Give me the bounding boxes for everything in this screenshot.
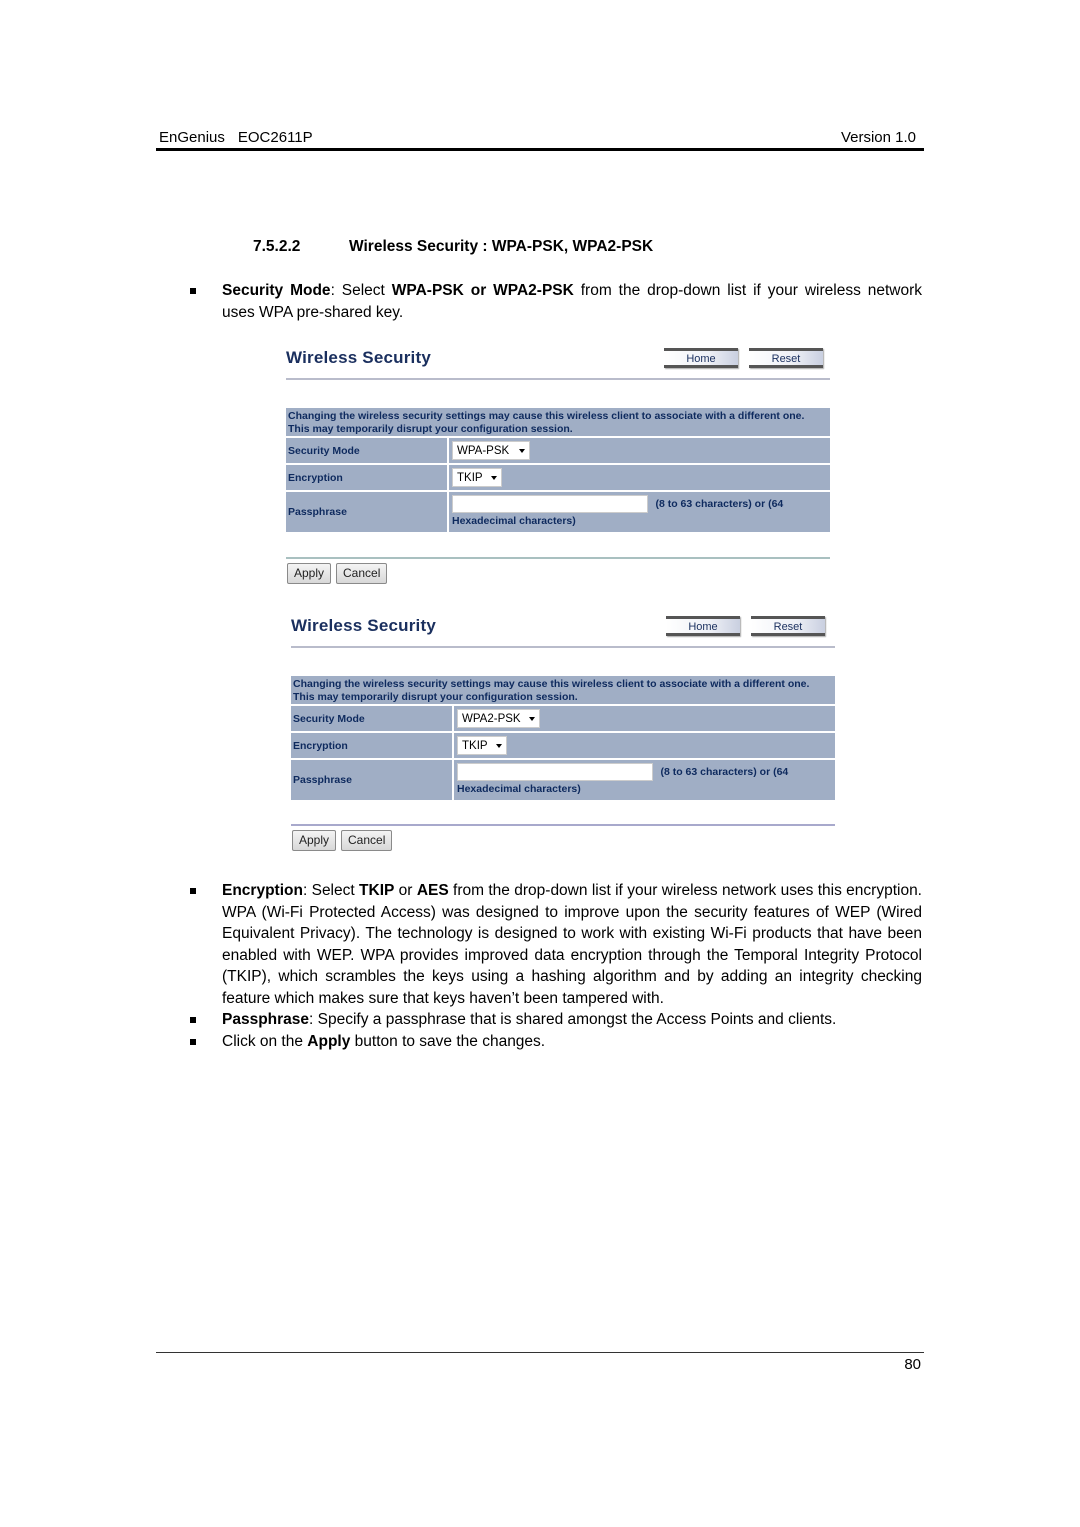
text: Click on the — [222, 1032, 308, 1050]
warning-note: Changing the wireless security settings … — [286, 408, 830, 436]
term-options: WPA-PSK or WPA2-PSK — [391, 282, 574, 299]
explanation-bullet-list: Encryption: Select TKIP or AES from the … — [190, 880, 922, 1052]
note-line: This may temporarily disrupt your config… — [288, 423, 573, 435]
dropdown-caret-icon — [495, 743, 502, 748]
security-mode-value: WPA-PSK — [457, 444, 510, 457]
section-number: 7.5.2.2 — [253, 238, 301, 255]
dropdown-caret-icon — [490, 475, 497, 480]
table-bottom-rule — [286, 557, 830, 559]
note-line: Changing the wireless security settings … — [293, 678, 810, 690]
row-security-mode: Security Mode WPA2-PSK — [291, 706, 835, 731]
table-bottom-rule — [291, 824, 835, 826]
passphrase-hint: (8 to 63 characters) or (64 — [660, 766, 789, 778]
document-version: Version 1.0 — [840, 129, 916, 146]
home-button[interactable]: Home — [666, 616, 740, 636]
security-mode-select[interactable]: WPA-PSK — [452, 441, 531, 460]
panel-title: Wireless Security — [291, 616, 436, 635]
encryption-select[interactable]: TKIP — [457, 736, 507, 755]
warning-note: Changing the wireless security settings … — [291, 676, 835, 704]
text: from the drop-down list if your wireless… — [222, 882, 922, 1007]
term-tkip: TKIP — [359, 882, 395, 899]
passphrase-hint: (8 to 63 characters) or (64 — [655, 498, 784, 510]
panel-title-rule — [291, 646, 835, 648]
row-security-mode: Security Mode WPA-PSK — [286, 438, 830, 463]
brand-name: EnGenius — [159, 129, 225, 146]
text: : Specify a passphrase that is shared am… — [309, 1011, 837, 1028]
bullet-apply: Click on the Apply button to save the ch… — [190, 1031, 922, 1053]
note-line: This may temporarily disrupt your config… — [293, 691, 578, 703]
page-number: 80 — [904, 1356, 921, 1373]
footer-rule — [156, 1352, 924, 1353]
cancel-button[interactable]: Cancel — [341, 830, 393, 851]
settings-table: Changing the wireless security settings … — [291, 676, 835, 800]
bullet-passphrase: Passphrase: Specify a passphrase that is… — [190, 1009, 922, 1031]
bullet-square-icon — [190, 888, 196, 894]
term-encryption: Encryption — [222, 882, 303, 899]
panel-title-rule — [286, 378, 830, 380]
row-encryption: Encryption TKIP — [286, 465, 830, 490]
passphrase-input[interactable] — [452, 495, 648, 513]
security-mode-label: Security Mode — [291, 706, 452, 731]
passphrase-label: Passphrase — [286, 492, 447, 532]
security-mode-select[interactable]: WPA2-PSK — [457, 709, 540, 728]
intro-bullet-list: Security Mode: Select WPA-PSK or WPA2-PS… — [190, 280, 922, 323]
term-security-mode: Security Mode — [222, 282, 331, 299]
passphrase-input[interactable] — [457, 763, 653, 781]
encryption-label: Encryption — [291, 733, 452, 758]
settings-table: Changing the wireless security settings … — [286, 408, 830, 532]
reset-button[interactable]: Reset — [749, 348, 823, 368]
encryption-label: Encryption — [286, 465, 447, 490]
apply-button[interactable]: Apply — [287, 563, 332, 584]
encryption-value: TKIP — [462, 739, 488, 752]
panel-title: Wireless Security — [286, 348, 431, 367]
term-passphrase: Passphrase — [222, 1011, 310, 1028]
model-name: EOC2611P — [237, 129, 313, 146]
security-mode-label: Security Mode — [286, 438, 447, 463]
encryption-select[interactable]: TKIP — [452, 468, 502, 487]
dropdown-caret-icon — [519, 448, 526, 453]
text: or — [394, 882, 417, 899]
bullet-square-icon — [190, 288, 196, 294]
row-passphrase: Passphrase (8 to 63 characters) or (64 H… — [286, 492, 830, 532]
document-header-left: EnGenius EOC2611P — [159, 129, 313, 146]
cancel-button[interactable]: Cancel — [336, 563, 388, 584]
reset-button[interactable]: Reset — [751, 616, 825, 636]
note-line: Changing the wireless security settings … — [288, 410, 805, 422]
passphrase-hint-continued: Hexadecimal characters) — [457, 783, 581, 796]
text: : Select — [330, 282, 392, 299]
dropdown-caret-icon — [528, 716, 535, 721]
passphrase-hint-continued: Hexadecimal characters) — [452, 515, 576, 528]
row-passphrase: Passphrase (8 to 63 characters) or (64 H… — [291, 760, 835, 800]
wireless-security-panel-wpa2-psk: Wireless Security Home Reset Changing th… — [291, 616, 839, 856]
bullet-square-icon — [190, 1017, 196, 1023]
section-title: Wireless Security : WPA-PSK, WPA2-PSK — [349, 238, 654, 255]
security-mode-value: WPA2-PSK — [462, 712, 521, 725]
apply-button[interactable]: Apply — [292, 830, 337, 851]
encryption-value: TKIP — [457, 471, 483, 484]
bullet-square-icon — [190, 1038, 196, 1045]
home-button[interactable]: Home — [664, 348, 738, 368]
passphrase-label: Passphrase — [291, 760, 452, 800]
header-rule — [156, 148, 924, 151]
bullet-security-mode: Security Mode: Select WPA-PSK or WPA2-PS… — [190, 280, 922, 323]
row-encryption: Encryption TKIP — [291, 733, 835, 758]
bullet-encryption: Encryption: Select TKIP or AES from the … — [190, 880, 922, 1009]
term-aes: AES — [416, 882, 449, 899]
text: button to save the changes. — [350, 1032, 546, 1050]
wireless-security-panel-wpa-psk: Wireless Security Home Reset Changing th… — [286, 348, 834, 588]
text: : Select — [302, 882, 360, 899]
term-apply: Apply — [307, 1032, 351, 1050]
